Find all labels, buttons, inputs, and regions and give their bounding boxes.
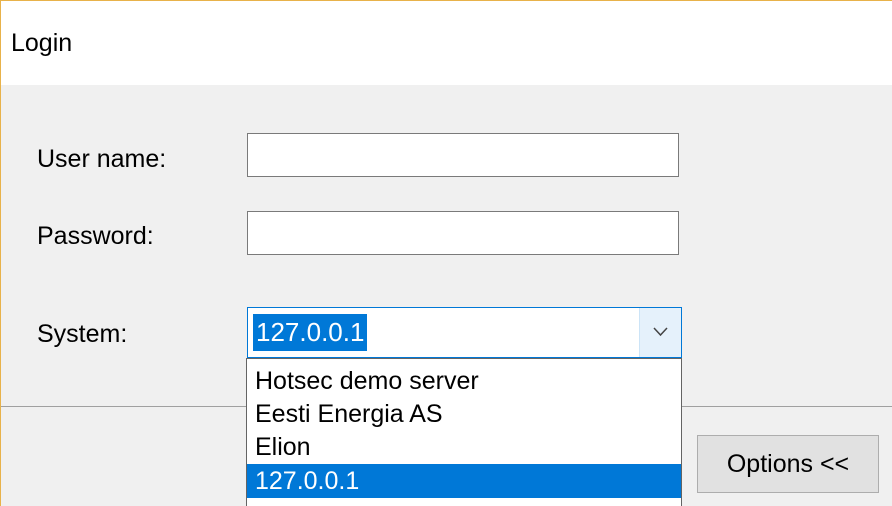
options-button[interactable]: Options << (697, 435, 879, 493)
system-dropdown-list[interactable]: Hotsec demo server Eesti Energia AS Elio… (246, 358, 682, 506)
system-combobox-dropdown-button[interactable] (639, 308, 681, 357)
login-window: Login User name: Password: System: 127.0… (0, 0, 892, 506)
window-title: Login (11, 29, 73, 57)
system-label: System: (37, 320, 128, 348)
chevron-down-icon (653, 327, 668, 337)
system-option-localhost[interactable]: 127.0.0.1 (247, 464, 681, 498)
title-bar[interactable]: Login (1, 1, 892, 85)
password-field[interactable] (247, 211, 679, 255)
system-option-eesti-energia[interactable]: Eesti Energia AS (247, 397, 681, 431)
password-label: Password: (37, 222, 154, 250)
system-combobox[interactable]: 127.0.0.1 (247, 307, 682, 358)
username-field[interactable] (247, 133, 679, 177)
username-label: User name: (37, 145, 167, 173)
system-option-elion[interactable]: Elion (247, 430, 681, 464)
system-combobox-value[interactable]: 127.0.0.1 (253, 314, 368, 351)
system-option-hotsec[interactable]: Hotsec demo server (247, 364, 681, 398)
